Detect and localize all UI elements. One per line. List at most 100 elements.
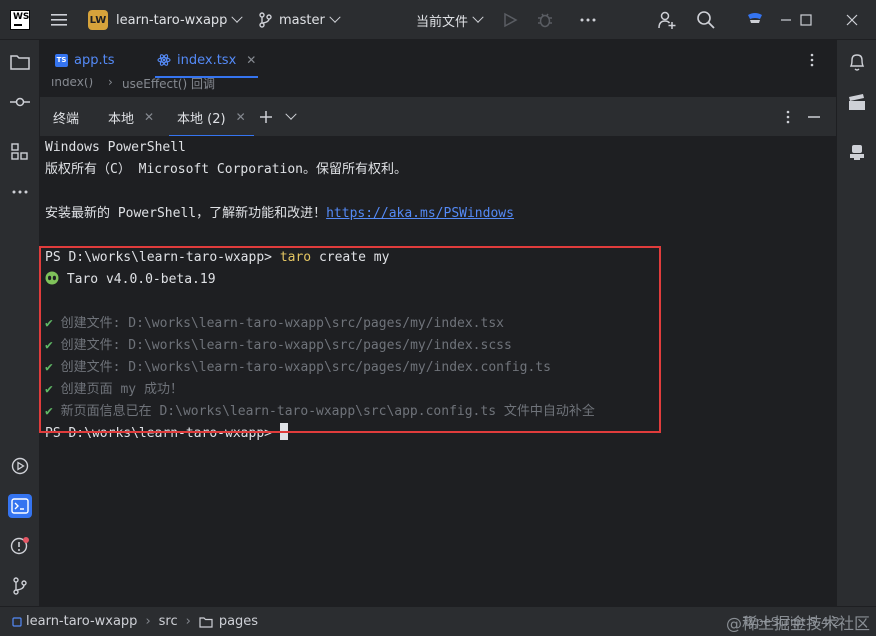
breadcrumb-function[interactable]: index() (51, 78, 93, 89)
robot-icon (850, 145, 864, 160)
left-tool-window-bar (0, 40, 40, 606)
commit-icon (10, 97, 30, 107)
powershell-link[interactable]: https://aka.ms/PSWindows (326, 206, 514, 221)
terminal-tab-local-2[interactable]: 本地 (2) ✕ (169, 97, 254, 137)
more-actions-button[interactable] (580, 0, 596, 40)
status-folder-pages[interactable]: pages (199, 614, 258, 629)
editor-tab-label: index.tsx (177, 52, 237, 68)
run-config-label: 当前文件 (416, 14, 469, 30)
close-icon (846, 14, 858, 26)
chevron-down-icon (329, 11, 341, 23)
structure-tool-button[interactable] (8, 140, 32, 164)
terminal-tab-label: 本地 (108, 111, 135, 127)
settings-button[interactable] (744, 0, 766, 40)
branch-selector[interactable]: master (258, 0, 341, 40)
bell-icon (849, 54, 865, 71)
react-file-icon (157, 54, 171, 66)
code-with-me-button[interactable] (657, 0, 677, 40)
maximize-button[interactable] (788, 0, 824, 40)
play-icon (504, 12, 518, 28)
more-vertical-icon (580, 18, 596, 22)
status-bar: learn-taro-wxapp › src › pages TypeScrip… (0, 606, 876, 636)
breadcrumb-separator: › (185, 614, 191, 629)
ts-file-icon: TS (55, 53, 68, 67)
new-terminal-button[interactable] (259, 97, 273, 137)
search-icon (697, 11, 715, 29)
terminal-tab-local[interactable]: 本地 ✕ (108, 97, 154, 137)
project-name: learn-taro-wxapp (116, 12, 228, 28)
branch-name: master (279, 12, 325, 28)
bug-icon (538, 13, 552, 28)
problems-icon (10, 537, 29, 555)
debug-button[interactable] (536, 0, 554, 40)
more-horizontal-icon (12, 190, 28, 194)
problems-tool-button[interactable] (8, 534, 32, 558)
hide-terminal-button[interactable] (807, 97, 821, 137)
notifications-tool-button[interactable] (845, 50, 869, 74)
terminal-tool-button[interactable] (8, 494, 32, 518)
terminal-line: 版权所有（C） Microsoft Corporation。保留所有权利。 (45, 162, 408, 177)
code-breadcrumb: index() › useEffect() 回调 (40, 78, 836, 96)
project-badge: LW (88, 10, 108, 30)
status-folder-label: pages (218, 614, 259, 629)
highlight-box (39, 246, 661, 433)
add-user-icon (658, 11, 676, 29)
terminal-header: 终端 本地 ✕ 本地 (2) ✕ (40, 96, 836, 137)
terminal-line: Windows PowerShell (45, 140, 186, 155)
git-branch-icon (259, 12, 272, 28)
hamburger-icon (51, 14, 67, 26)
clapper-icon (849, 94, 865, 110)
module-icon (12, 616, 22, 627)
ai-assistant-tool-button[interactable] (845, 90, 869, 114)
more-vertical-icon (810, 53, 814, 67)
webstorm-logo-icon[interactable]: WS (10, 10, 30, 30)
maximize-icon (800, 14, 812, 26)
folder-icon (10, 55, 30, 70)
database-tool-button[interactable] (845, 140, 869, 164)
commit-tool-button[interactable] (8, 90, 32, 114)
editor-tab-app-ts[interactable]: TS app.ts (55, 40, 114, 80)
status-project-label: learn-taro-wxapp (26, 614, 138, 629)
search-everywhere-button[interactable] (696, 0, 716, 40)
close-tab-icon[interactable]: ✕ (246, 53, 256, 67)
breadcrumb-callback[interactable]: useEffect() 回调 (122, 78, 215, 92)
close-tab-icon[interactable]: ✕ (236, 110, 246, 124)
title-bar: WS LW learn-taro-wxapp master 当前文件 (0, 0, 876, 40)
git-tool-button[interactable] (8, 574, 32, 598)
folder-icon (199, 616, 213, 628)
terminal-title: 终端 (53, 111, 80, 127)
terminal-tab-label: 本地 (2) (177, 111, 226, 127)
project-selector[interactable]: LW learn-taro-wxapp (88, 0, 244, 40)
close-tab-icon[interactable]: ✕ (144, 110, 154, 124)
services-tool-button[interactable] (8, 454, 32, 478)
editor-tab-bar: TS app.ts index.tsx ✕ (40, 40, 836, 80)
chevron-down-icon (231, 11, 244, 23)
minimize-icon (808, 116, 820, 118)
chevron-down-icon (472, 11, 484, 23)
structure-icon (11, 143, 28, 160)
update-settings-icon (748, 13, 762, 23)
services-play-icon (11, 457, 29, 475)
terminal-dropdown-button[interactable] (285, 97, 297, 137)
editor-tab-options-button[interactable] (810, 40, 814, 80)
breadcrumb-separator: › (145, 614, 151, 629)
project-tool-button[interactable] (8, 50, 32, 74)
status-folder-src[interactable]: src (159, 614, 178, 629)
main-menu-button[interactable] (48, 0, 70, 40)
right-tool-window-bar (836, 40, 876, 606)
terminal-icon (11, 498, 29, 514)
status-project[interactable]: learn-taro-wxapp (12, 614, 137, 629)
breadcrumb-separator: › (108, 78, 113, 89)
more-tools-button[interactable] (8, 180, 32, 204)
editor-tab-index-tsx[interactable]: index.tsx ✕ (155, 40, 259, 80)
terminal-options-button[interactable] (786, 97, 790, 137)
run-configuration-selector[interactable]: 当前文件 (416, 0, 484, 40)
close-window-button[interactable] (834, 0, 870, 40)
watermark: @稀土掘金技术社区 (725, 614, 870, 633)
status-folder-label: src (158, 614, 178, 629)
git-icon (13, 577, 27, 595)
editor-tab-label: app.ts (74, 52, 115, 68)
more-vertical-icon (786, 110, 790, 124)
run-button[interactable] (502, 0, 518, 40)
chevron-down-icon (285, 108, 297, 120)
